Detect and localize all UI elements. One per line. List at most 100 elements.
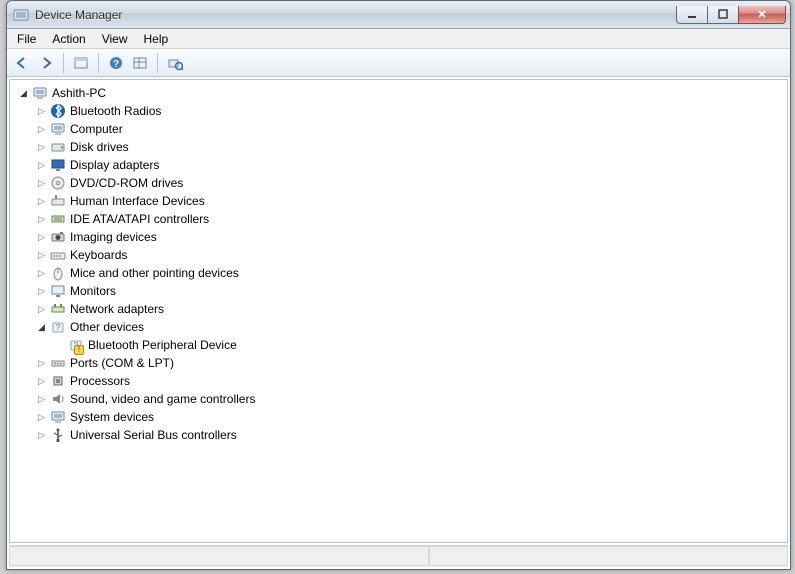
app-icon <box>13 7 29 23</box>
tree-item-label: Disk drives <box>69 140 129 154</box>
help-button[interactable]: ? <box>105 52 127 74</box>
window-controls <box>677 6 786 24</box>
tree-item[interactable]: ▷ Universal Serial Bus controllers <box>32 426 787 444</box>
tree-item-label: Universal Serial Bus controllers <box>69 428 237 442</box>
monitor-icon <box>50 283 66 299</box>
tree-item[interactable]: ▷System devices <box>32 408 787 426</box>
tree-item[interactable]: ◢Ashith-PC <box>14 84 787 102</box>
tree-item[interactable]: ▷Keyboards <box>32 246 787 264</box>
imaging-icon <box>50 229 66 245</box>
tree-item[interactable]: ◢?Other devices <box>32 318 787 336</box>
tree-item-label: IDE ATA/ATAPI controllers <box>69 212 209 226</box>
forward-button[interactable] <box>35 52 57 74</box>
tree-item[interactable]: ▷ DVD/CD-ROM drives <box>32 174 787 192</box>
menu-help[interactable]: Help <box>136 30 177 48</box>
tree-item-label: Monitors <box>69 284 116 298</box>
tree-node: ▷Display adapters <box>32 156 787 174</box>
system-icon <box>50 409 66 425</box>
toolbar: ? <box>7 49 790 77</box>
tree-node: ▷ DVD/CD-ROM drives <box>32 174 787 192</box>
menu-action[interactable]: Action <box>44 30 93 48</box>
sound-icon <box>50 391 66 407</box>
twisty-collapsed-icon[interactable]: ▷ <box>36 358 47 369</box>
tree-item[interactable]: ▷ Bluetooth Radios <box>32 102 787 120</box>
properties-button[interactable] <box>129 52 151 74</box>
tree-item-label: Mice and other pointing devices <box>69 266 239 280</box>
tree-item-label: Bluetooth Radios <box>69 104 161 118</box>
twisty-collapsed-icon[interactable]: ▷ <box>36 412 47 423</box>
tree-node: ▷ Bluetooth Radios <box>32 102 787 120</box>
tree-node: ▷Imaging devices <box>32 228 787 246</box>
back-button[interactable] <box>11 52 33 74</box>
toolbar-separator <box>157 53 158 73</box>
tree-item[interactable]: ▷ Mice and other pointing devices <box>32 264 787 282</box>
show-hidden-button[interactable] <box>70 52 92 74</box>
twisty-collapsed-icon[interactable]: ▷ <box>36 160 47 171</box>
toolbar-separator <box>63 53 64 73</box>
twisty-collapsed-icon[interactable]: ▷ <box>36 232 47 243</box>
tree-node: ▷ IDE ATA/ATAPI controllers <box>32 210 787 228</box>
minimize-button[interactable] <box>676 6 708 24</box>
ide-icon <box>50 211 66 227</box>
close-button[interactable] <box>738 6 786 24</box>
tree-item[interactable]: ▷Processors <box>32 372 787 390</box>
tree-node: ▷ Network adapters <box>32 300 787 318</box>
tree-item[interactable]: ▷ Monitors <box>32 282 787 300</box>
tree-children: ▷Bluetooth Radios▷Computer▷Disk drives▷D… <box>14 102 787 444</box>
tree-item-label: Other devices <box>69 320 144 334</box>
tree-node: ▷ Human Interface Devices <box>32 192 787 210</box>
port-icon <box>50 355 66 371</box>
device-tree[interactable]: ◢Ashith-PC▷Bluetooth Radios▷Computer▷Dis… <box>9 79 788 543</box>
twisty-collapsed-icon[interactable]: ▷ <box>36 124 47 135</box>
twisty-expanded-icon[interactable]: ◢ <box>36 322 47 333</box>
tree-item[interactable]: ▷Ports (COM & LPT) <box>32 354 787 372</box>
tree-node: ▷ Universal Serial Bus controllers <box>32 426 787 444</box>
tree-item[interactable]: ▷ Disk drives <box>32 138 787 156</box>
twisty-collapsed-icon[interactable]: ▷ <box>36 286 47 297</box>
cdrom-icon <box>50 175 66 191</box>
tree-item[interactable]: ▷Computer <box>32 120 787 138</box>
tree-node: ▷Computer <box>32 120 787 138</box>
tree-node: ▷ Monitors <box>32 282 787 300</box>
tree-children: ?!Bluetooth Peripheral Device <box>32 336 787 354</box>
twisty-collapsed-icon[interactable]: ▷ <box>36 196 47 207</box>
twisty-collapsed-icon[interactable]: ▷ <box>36 142 47 153</box>
tree-node: ▷Sound, video and game controllers <box>32 390 787 408</box>
svg-text:?: ? <box>113 59 119 70</box>
twisty-collapsed-icon[interactable]: ▷ <box>36 268 47 279</box>
twisty-expanded-icon[interactable]: ◢ <box>18 88 29 99</box>
display-icon <box>50 157 66 173</box>
twisty-collapsed-icon[interactable]: ▷ <box>36 304 47 315</box>
tree-item[interactable]: ▷Sound, video and game controllers <box>32 390 787 408</box>
titlebar[interactable]: Device Manager <box>7 1 790 29</box>
tree-item[interactable]: ▷ Human Interface Devices <box>32 192 787 210</box>
other-icon: ? <box>50 319 66 335</box>
tree-item[interactable]: ▷Imaging devices <box>32 228 787 246</box>
menu-file[interactable]: File <box>9 30 44 48</box>
mouse-icon <box>50 265 66 281</box>
window: Device Manager File Action View Help <box>6 0 791 570</box>
tree-item-label: Network adapters <box>69 302 164 316</box>
network-icon <box>50 301 66 317</box>
twisty-collapsed-icon[interactable]: ▷ <box>36 394 47 405</box>
tree-item[interactable]: ▷ Network adapters <box>32 300 787 318</box>
twisty-collapsed-icon[interactable]: ▷ <box>36 250 47 261</box>
tree-item-label: Human Interface Devices <box>69 194 205 208</box>
twisty-collapsed-icon[interactable]: ▷ <box>36 376 47 387</box>
tree-item[interactable]: ?!Bluetooth Peripheral Device <box>50 336 787 354</box>
twisty-collapsed-icon[interactable]: ▷ <box>36 178 47 189</box>
twisty-collapsed-icon[interactable]: ▷ <box>36 430 47 441</box>
maximize-button[interactable] <box>707 6 739 24</box>
scan-hardware-button[interactable] <box>164 52 186 74</box>
disk-icon <box>50 139 66 155</box>
twisty-collapsed-icon[interactable]: ▷ <box>36 214 47 225</box>
menu-view[interactable]: View <box>94 30 136 48</box>
twisty-collapsed-icon[interactable]: ▷ <box>36 106 47 117</box>
menubar: File Action View Help <box>7 29 790 49</box>
computer-icon <box>32 85 48 101</box>
toolbar-separator <box>98 53 99 73</box>
tree-item[interactable]: ▷ IDE ATA/ATAPI controllers <box>32 210 787 228</box>
status-pane <box>9 546 429 566</box>
tree-item-label: DVD/CD-ROM drives <box>69 176 183 190</box>
tree-item[interactable]: ▷Display adapters <box>32 156 787 174</box>
